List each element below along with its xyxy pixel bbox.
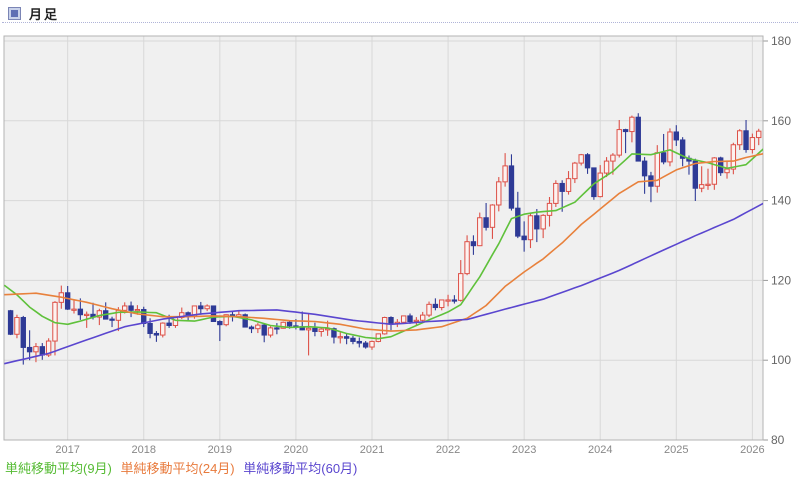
svg-text:2017: 2017 (55, 444, 79, 456)
svg-text:2021: 2021 (360, 444, 384, 456)
candlestick-chart-plot[interactable]: 180 160 140 120 100 80 2017 2018 2019 2020 2021 202… (0, 0, 800, 480)
svg-text:2025: 2025 (664, 444, 688, 456)
svg-text:2024: 2024 (588, 444, 612, 456)
svg-text:2026: 2026 (740, 444, 764, 456)
svg-text:2020: 2020 (284, 444, 308, 456)
legend-item-sma9: 単純移動平均(9月) (5, 461, 112, 476)
svg-text:2018: 2018 (131, 444, 155, 456)
svg-text:140: 140 (771, 194, 791, 208)
legend-item-sma24: 単純移動平均(24月) (120, 461, 235, 476)
svg-text:100: 100 (771, 353, 791, 367)
svg-text:2019: 2019 (208, 444, 232, 456)
svg-text:80: 80 (771, 433, 785, 447)
svg-text:120: 120 (771, 273, 791, 287)
svg-text:180: 180 (771, 34, 791, 48)
legend-item-sma60: 単純移動平均(60月) (243, 461, 358, 476)
svg-text:160: 160 (771, 114, 791, 128)
svg-text:2023: 2023 (512, 444, 536, 456)
ma-legend: 単純移動平均(9月) 単純移動平均(24月) 単純移動平均(60月) (5, 458, 362, 477)
svg-text:2022: 2022 (436, 444, 460, 456)
